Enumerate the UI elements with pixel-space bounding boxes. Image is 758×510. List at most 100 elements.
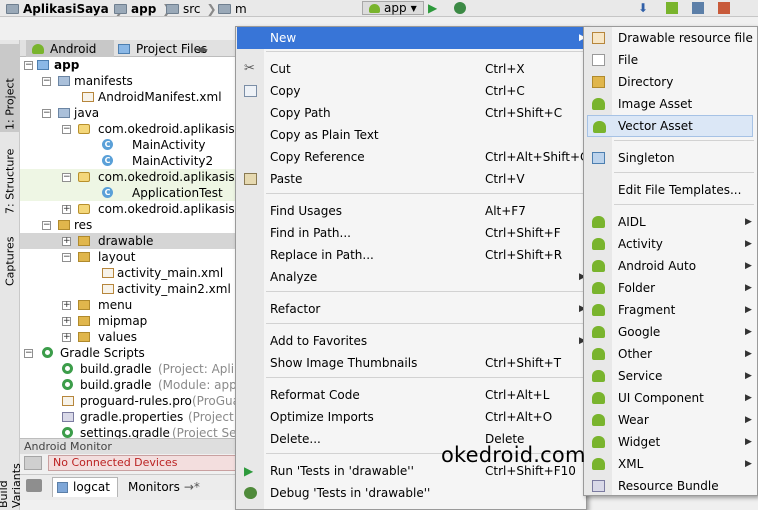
tree-node-activity-main2-xml[interactable]: activity_main2.xml: [20, 281, 236, 297]
tree-node-build-gradle-project[interactable]: build.gradle(Project: AplikasiSay: [20, 361, 236, 377]
tab-logcat[interactable]: logcat: [52, 477, 118, 497]
collapse-toggle[interactable]: −: [62, 125, 71, 134]
menu-item-analyze[interactable]: Analyze▶: [237, 266, 586, 288]
menu-item-service[interactable]: Service ▶: [585, 365, 756, 387]
menu-item-add-to-favorites[interactable]: Add to Favorites▶: [237, 330, 586, 352]
tree-node-androidmanifest[interactable]: AndroidManifest.xml: [20, 89, 236, 105]
collapse-toggle[interactable]: −: [62, 253, 71, 262]
tree-node-build-gradle-module[interactable]: build.gradle (Module: app): [20, 377, 236, 393]
tree-node-gradle-scripts[interactable]: − Gradle Scripts: [20, 345, 236, 361]
menu-item-copy-path[interactable]: Copy Path Ctrl+Shift+C: [237, 102, 585, 124]
menu-item-copy[interactable]: Copy Ctrl+C: [237, 80, 585, 102]
tree-node-java[interactable]: − java: [20, 105, 236, 121]
menu-item-fragment[interactable]: Fragment ▶: [585, 299, 756, 321]
tree-node-package-androidtest[interactable]: −com.okedroid.aplikasisaya(a: [20, 169, 236, 185]
collapse-toggle[interactable]: −: [62, 173, 71, 182]
menu-item-wear[interactable]: Wear ▶: [585, 409, 756, 431]
tab-switcher-arrows[interactable]: ◂▸: [196, 40, 208, 57]
menu-item-resource-bundle[interactable]: Resource Bundle: [585, 475, 756, 497]
sdk-manager-icon[interactable]: [666, 2, 678, 14]
expand-toggle[interactable]: +: [62, 317, 71, 326]
menu-item-android-auto[interactable]: Android Auto ▶: [585, 255, 756, 277]
menu-item-aidl[interactable]: AIDL ▶: [585, 211, 756, 233]
tree-node-app[interactable]: − app: [20, 57, 236, 73]
collapse-toggle[interactable]: −: [42, 109, 51, 118]
breadcrumb-src[interactable]: src ❯: [166, 0, 217, 16]
download-icon[interactable]: ⬇: [638, 2, 650, 14]
tree-node-gradle-properties[interactable]: gradle.properties(Project Prope: [20, 409, 236, 425]
tree-node-proguard-rules[interactable]: proguard-rules.pro(ProGuard Ru: [20, 393, 236, 409]
camera-icon[interactable]: [26, 479, 42, 492]
menu-item-paste[interactable]: Paste Ctrl+V: [237, 168, 585, 190]
menu-item-google[interactable]: Google ▶: [585, 321, 756, 343]
menu-item-find-in-path[interactable]: Find in Path... Ctrl+Shift+F: [237, 222, 585, 244]
breadcrumb-project[interactable]: AplikasiSaya❯: [6, 0, 125, 16]
expand-toggle[interactable]: +: [62, 333, 71, 342]
menu-item-directory[interactable]: Directory: [585, 71, 756, 93]
menu-item-vector-asset[interactable]: Vector Asset: [587, 115, 753, 137]
logcat-icon: [57, 482, 68, 493]
tree-node-package-test[interactable]: +com.okedroid.aplikasisaya(t: [20, 201, 236, 217]
menu-item-new[interactable]: New▶: [237, 27, 586, 49]
menu-item-other[interactable]: Other ▶: [585, 343, 756, 365]
tree-node-res[interactable]: − res: [20, 217, 236, 233]
expand-toggle[interactable]: +: [62, 301, 71, 310]
tree-node-mainactivity2[interactable]: C MainActivity2: [20, 153, 236, 169]
menu-separator: [266, 51, 584, 52]
collapse-toggle[interactable]: −: [42, 77, 51, 86]
menu-item-image-asset[interactable]: Image Asset: [585, 93, 756, 115]
tab-build-variants[interactable]: Build Variants: [0, 434, 23, 510]
debug-icon[interactable]: [454, 2, 466, 14]
menu-item-reformat-code[interactable]: Reformat Code Ctrl+Alt+L: [237, 384, 585, 406]
run-icon[interactable]: ▶: [428, 2, 440, 14]
breadcrumb-main[interactable]: m: [218, 0, 247, 16]
top-toolbar: AplikasiSaya❯ app❯ src❯ m app▼ ▶ ⬇: [0, 0, 758, 17]
menu-item-show-image-thumbnails[interactable]: Show Image Thumbnails Ctrl+Shift+T: [237, 352, 585, 374]
tab-project-files[interactable]: Project Files: [118, 40, 207, 57]
tree-node-manifests[interactable]: − manifests: [20, 73, 236, 89]
menu-item-file[interactable]: File: [585, 49, 756, 71]
menu-item-activity[interactable]: Activity ▶: [585, 233, 756, 255]
menu-item-xml[interactable]: XML ▶: [585, 453, 756, 475]
tab-project[interactable]: 1: Project: [0, 44, 20, 132]
menu-item-find-usages[interactable]: Find Usages Alt+F7: [237, 200, 585, 222]
menu-item-debug-tests[interactable]: Debug 'Tests in 'drawable'': [237, 482, 585, 504]
tree-node-mipmap[interactable]: + mipmap: [20, 313, 236, 329]
menu-item-copy-reference[interactable]: Copy Reference Ctrl+Alt+Shift+C: [237, 146, 588, 168]
menu-item-folder[interactable]: Folder ▶: [585, 277, 756, 299]
tab-android[interactable]: Android: [26, 40, 114, 57]
device-monitor-icon[interactable]: [718, 2, 730, 14]
menu-item-refactor[interactable]: Refactor▶: [237, 298, 586, 320]
tab-structure[interactable]: 7: Structure: [0, 136, 20, 216]
tree-node-mainactivity[interactable]: C MainActivity: [20, 137, 236, 153]
menu-item-ui-component[interactable]: UI Component ▶: [585, 387, 756, 409]
breadcrumb-app[interactable]: app❯: [114, 0, 172, 16]
collapse-toggle[interactable]: −: [24, 349, 33, 358]
collapse-toggle[interactable]: −: [24, 61, 33, 70]
tree-node-settings-gradle[interactable]: settings.gradle(Project Settings: [20, 425, 236, 438]
device-status[interactable]: No Connected Devices: [48, 455, 236, 471]
menu-item-edit-file-templates[interactable]: Edit File Templates...: [585, 179, 756, 201]
tree-node-package-main[interactable]: −com.okedroid.aplikasisaya: [20, 121, 236, 137]
run-config-select[interactable]: app ▼: [362, 1, 424, 15]
menu-item-replace-in-path[interactable]: Replace in Path... Ctrl+Shift+R: [237, 244, 585, 266]
tree-node-values[interactable]: + values: [20, 329, 236, 345]
menu-item-cut[interactable]: ✂ Cut Ctrl+X: [237, 58, 585, 80]
tree-node-drawable[interactable]: + drawable: [20, 233, 236, 249]
menu-item-optimize-imports[interactable]: Optimize Imports Ctrl+Alt+O: [237, 406, 585, 428]
expand-toggle[interactable]: +: [62, 205, 71, 214]
device-select[interactable]: [24, 456, 42, 470]
tree-node-layout[interactable]: − layout: [20, 249, 236, 265]
tree-node-applicationtest[interactable]: C ApplicationTest: [20, 185, 236, 201]
menu-item-widget[interactable]: Widget ▶: [585, 431, 756, 453]
tree-node-menu[interactable]: + menu: [20, 297, 236, 313]
menu-item-drawable-resource-file[interactable]: Drawable resource file: [585, 27, 756, 49]
tab-captures[interactable]: Captures: [0, 226, 20, 288]
tree-node-activity-main-xml[interactable]: activity_main.xml: [20, 265, 236, 281]
menu-item-copy-plain-text[interactable]: Copy as Plain Text: [237, 124, 585, 146]
avd-manager-icon[interactable]: [692, 2, 704, 14]
collapse-toggle[interactable]: −: [42, 221, 51, 230]
expand-toggle[interactable]: +: [62, 237, 71, 246]
menu-item-singleton[interactable]: Singleton: [585, 147, 756, 169]
tab-monitors[interactable]: Monitors →*: [128, 477, 200, 497]
